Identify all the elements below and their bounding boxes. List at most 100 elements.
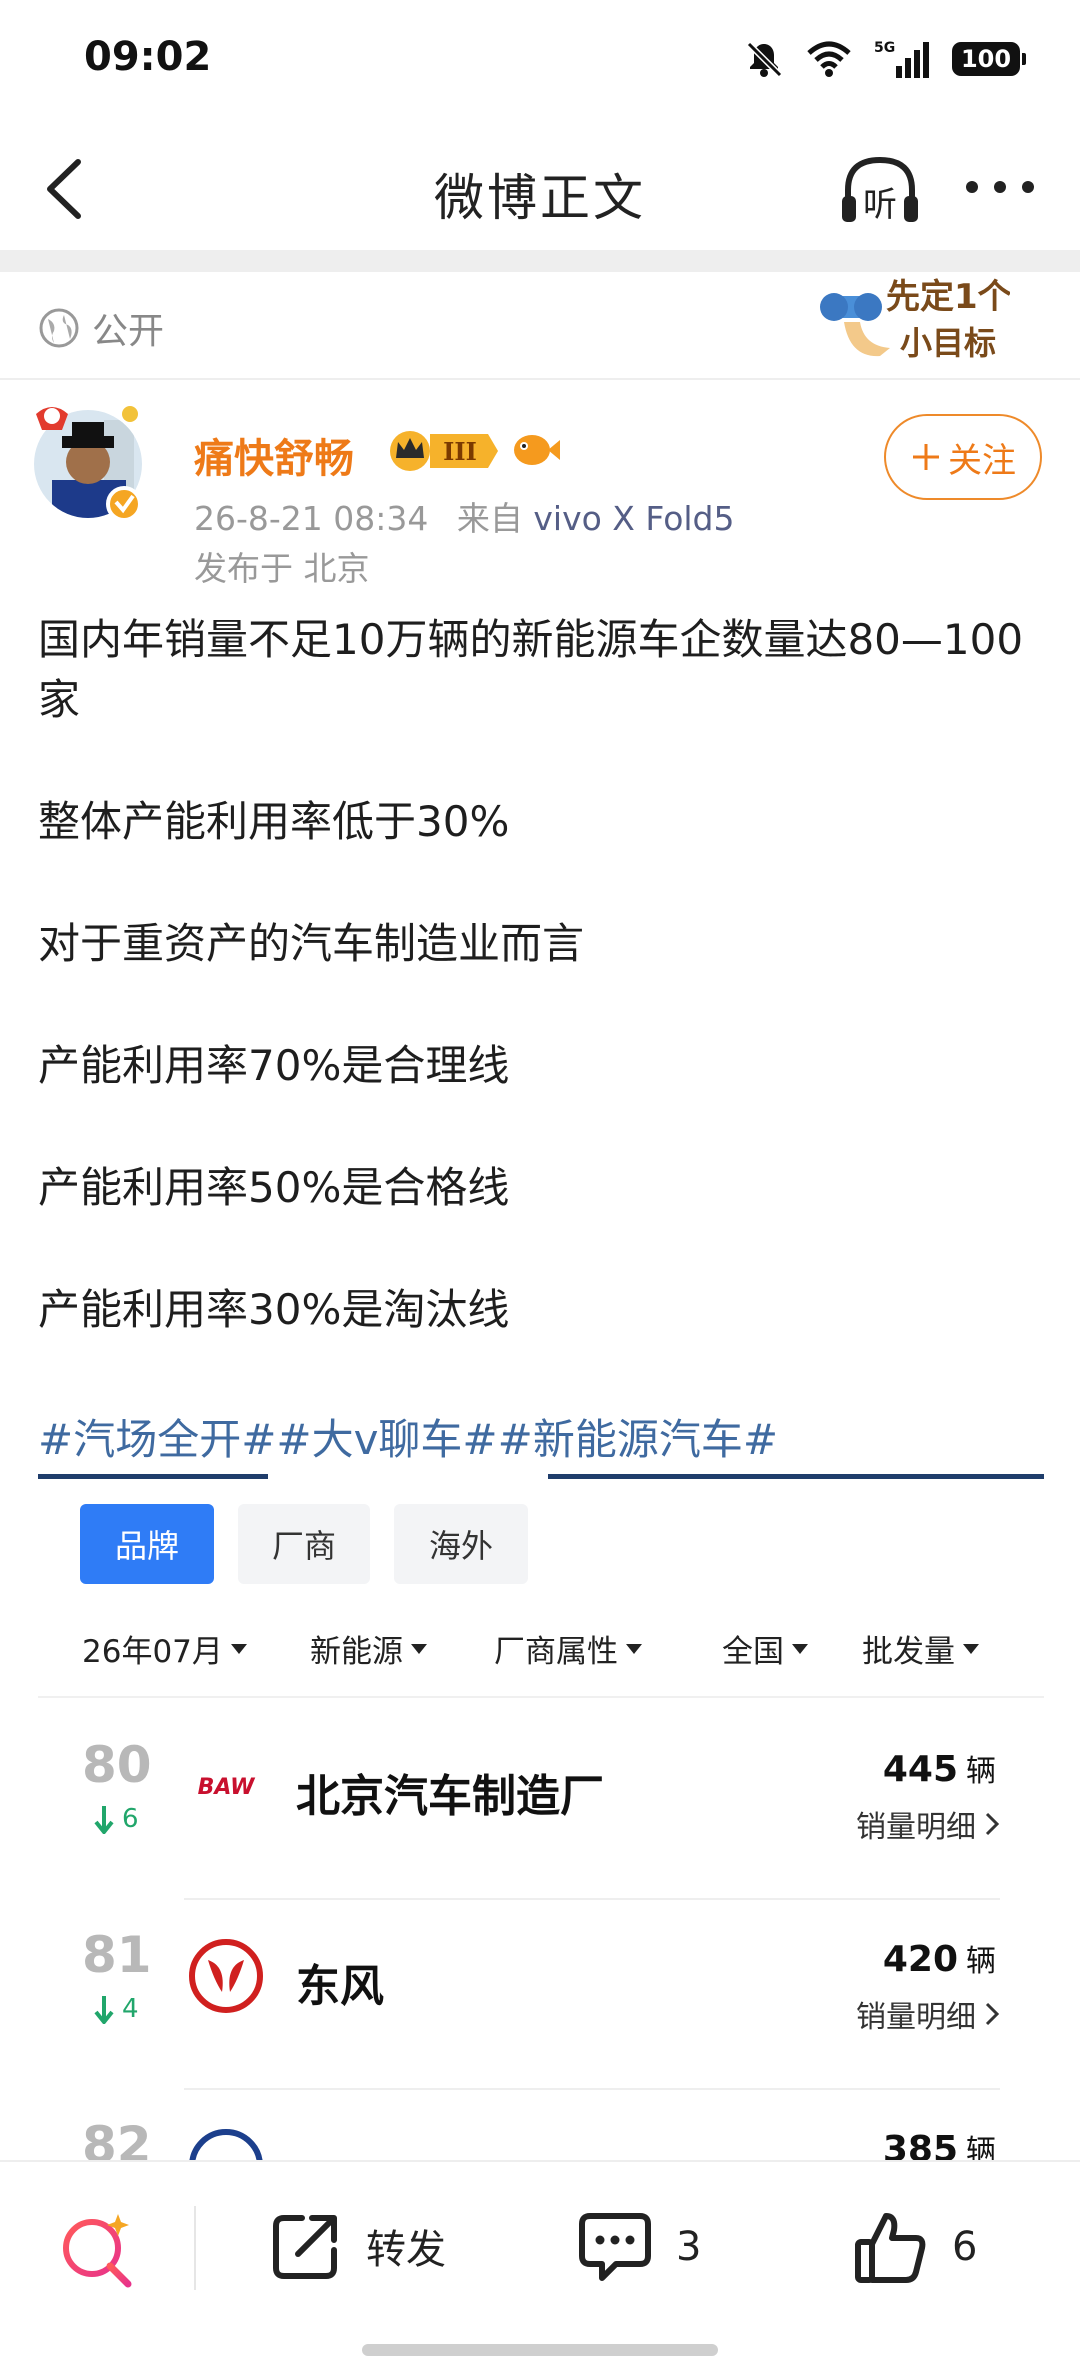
caret-down-icon [230,1643,247,1654]
post-paragraph: 产能利用率30%是淘汰线 [38,1285,510,1334]
sales-quantity-value: 445 [882,1749,958,1790]
visibility-label: 公开 [92,311,165,352]
member-level-badge[interactable]: III [384,428,500,474]
filter-volume-type-label: 批发量 [862,1634,955,1670]
post-paragraph: 产能利用率70%是合理线 [38,1041,510,1090]
post-device[interactable]: vivo X Fold5 [533,499,734,538]
status-icons: 5G 100 [744,38,1026,80]
post-content: 国内年销量不足10万辆的新能源车企数量达80—100家 整体产能利用率低于30%… [38,610,1048,1402]
tab-manufacturer[interactable]: 厂商 [238,1504,370,1584]
post-meta: 26-8-21 08:34 来自 vivo X Fold5 [194,492,735,540]
post-paragraph: 整体产能利用率低于30% [38,797,510,846]
repost-label: 转发 [366,2227,446,2273]
headphones-listen-icon[interactable]: 听 [838,150,922,230]
like-button[interactable]: 6 [852,2208,977,2286]
sales-unit: 辆 [966,1944,996,1979]
arrow-down-icon [94,1996,114,2024]
status-bar: 09:02 5G 100 [0,0,1080,120]
search-sparkle-icon[interactable] [56,2208,140,2292]
comment-count: 3 [676,2224,702,2270]
sales-ranking-card[interactable]: 品牌 厂商 海外 26年07月 新能源 厂商属性 全国 批发量 80 6 BAW… [0,1460,1080,2160]
mute-bell-icon [746,41,783,78]
filter-bar: 26年07月 新能源 厂商属性 全国 批发量 [82,1626,1002,1686]
rank-change-value: 4 [122,1994,139,2024]
caret-down-icon [626,1643,642,1654]
sales-quantity-value: 385 [882,2129,958,2160]
battery-icon: 100 [952,42,1026,76]
filter-volume-type[interactable]: 批发量 [862,1626,979,1671]
post-paragraph: 产能利用率50%是合格线 [38,1163,510,1212]
tab-overseas[interactable]: 海外 [394,1504,528,1584]
arrow-down-icon [94,1806,114,1834]
plus-icon [913,444,939,470]
brand-logo-icon [189,2129,263,2160]
sales-quantity: 385 辆 [883,2126,996,2160]
sales-detail-link[interactable]: 销量明细 [856,1802,1000,1846]
follow-button[interactable]: 关注 [884,414,1042,500]
sales-quantity-value: 420 [882,1939,958,1980]
thumbs-up-icon [855,2213,926,2283]
more-options-icon[interactable] [960,172,1040,202]
card-tabs: 品牌 厂商 海外 [80,1504,528,1584]
signal-5g-icon: 5G [874,40,929,78]
post-time: 26-8-21 08:34 [194,499,429,538]
visibility-row: 公开 [38,302,164,354]
svg-text:BAW: BAW [198,1775,257,1800]
post-paragraph: 对于重资产的汽车制造业而言 [38,919,585,968]
ranking-row[interactable]: 80 6 BAW 北京汽车制造厂 445 辆 销量明细 [0,1710,1080,1900]
dongfeng-logo-icon [189,1939,263,2013]
svg-text:听: 听 [863,185,897,225]
repost-button[interactable]: 转发 [268,2208,446,2284]
comment-bubble-icon [579,2213,651,2281]
card-border [38,1474,268,1479]
fish-badge-icon [514,435,560,465]
filter-region[interactable]: 全国 [722,1626,808,1671]
rank-change: 4 [94,1994,139,2024]
author-name[interactable]: 痛快舒畅 [194,426,354,484]
toolbar-separator [194,2206,196,2290]
ranking-row[interactable]: 82 385 辆 [0,2090,1080,2160]
wifi-icon [807,41,851,77]
card-border [548,1474,1044,1479]
sales-detail-link[interactable]: 销量明细 [856,1992,1000,2036]
brand-name: 北京汽车制造厂 [296,1771,604,1822]
sales-quantity: 445 辆 [883,1746,996,1790]
rank-change: 6 [94,1804,139,1834]
rank-number: 82 [82,2116,152,2160]
rank-number: 80 [82,1736,152,1794]
home-indicator[interactable] [362,2344,718,2356]
sales-quantity: 420 辆 [883,1936,996,1980]
chevron-right-icon [985,1812,1000,1836]
sales-unit: 辆 [966,2134,996,2160]
source-prefix: 来自 [456,499,523,538]
sales-detail-label: 销量明细 [856,1810,976,1845]
svg-text:III: III [443,437,477,466]
filter-manufacturer-type-label: 厂商属性 [494,1634,618,1670]
divider-line [0,378,1080,380]
goal-sticker[interactable]: 先定1个 小目标 [820,262,1010,372]
rank-change-value: 6 [122,1804,139,1834]
like-count: 6 [952,2224,978,2270]
filter-energy[interactable]: 新能源 [310,1626,427,1671]
ranking-row[interactable]: 81 4 东风 420 辆 销量明细 [0,1900,1080,2090]
chevron-right-icon [985,2002,1000,2026]
rank-number: 81 [82,1926,152,1984]
svg-text:先定1个: 先定1个 [886,277,1010,317]
caret-down-icon [792,1643,808,1654]
sales-detail-label: 销量明细 [856,2000,976,2035]
nav-bar: 微博正文 听 [0,128,1080,248]
share-arrow-icon [273,2215,337,2279]
filter-region-label: 全国 [722,1634,784,1670]
svg-text:5G: 5G [874,40,895,56]
hashtag-links[interactable]: #汽场全开##大v聊车##新能源汽车# [38,1406,778,1467]
baw-logo: BAW [198,1775,257,1800]
filter-manufacturer-type[interactable]: 厂商属性 [494,1626,642,1671]
comment-button[interactable]: 3 [576,2208,701,2286]
filter-energy-label: 新能源 [310,1634,403,1670]
caret-down-icon [963,1643,979,1654]
avatar[interactable] [32,400,148,530]
sales-unit: 辆 [966,1754,996,1789]
filter-month-label: 26年07月 [82,1634,223,1670]
filter-month[interactable]: 26年07月 [82,1626,247,1671]
tab-brand[interactable]: 品牌 [80,1504,214,1584]
